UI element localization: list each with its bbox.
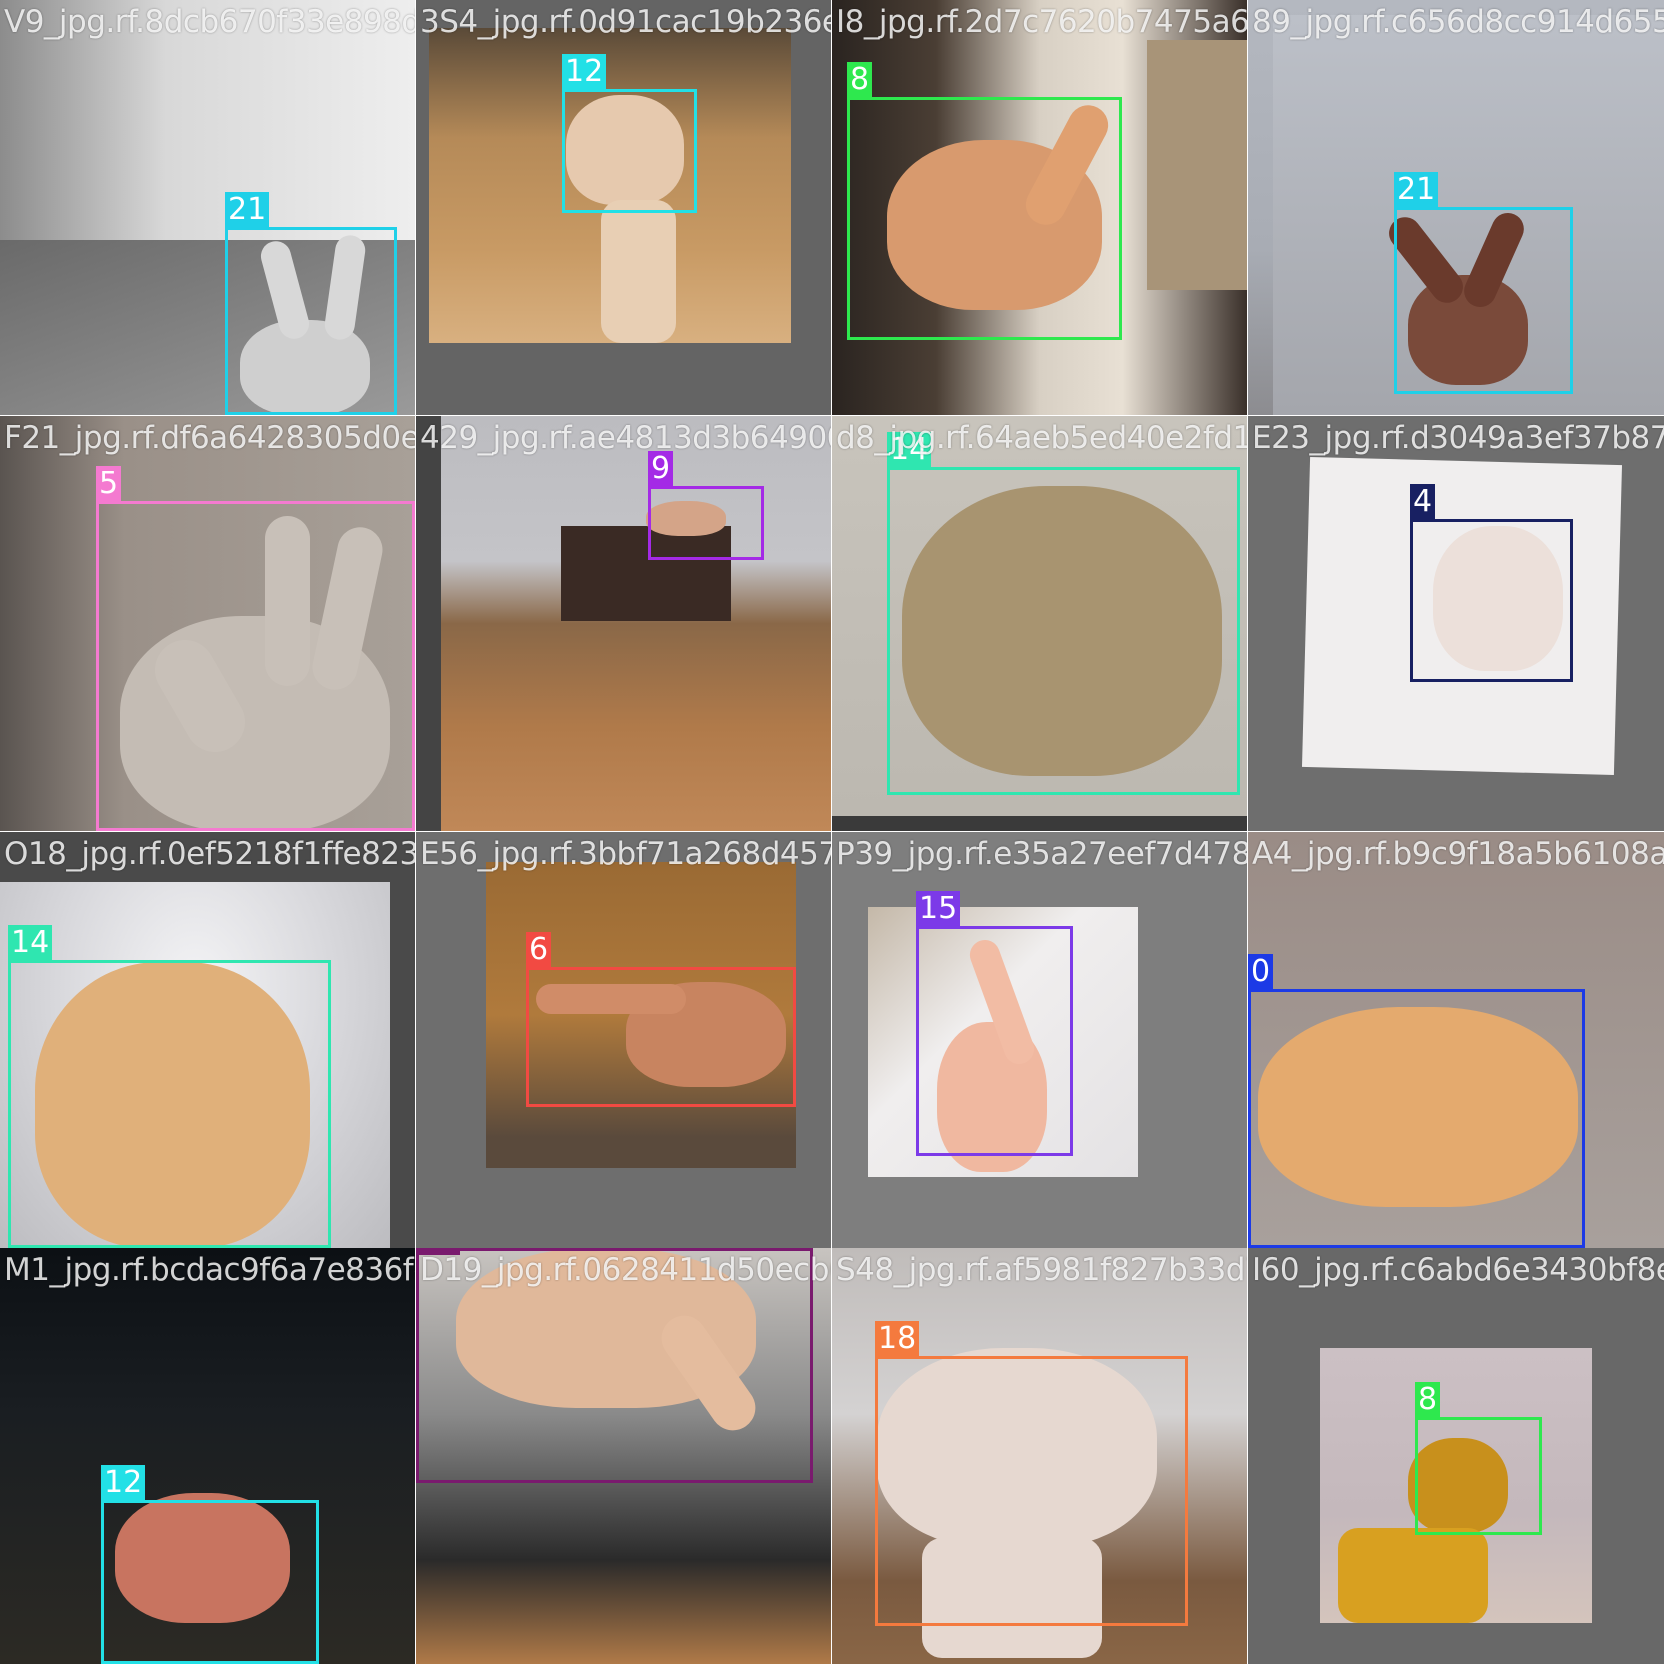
image-filename: d8_jpg.rf.64aeb5ed40e2fd1 xyxy=(836,420,1247,456)
tile-16: 8 I60_jpg.rf.c6abd6e3430bf8e xyxy=(1248,1248,1664,1664)
class-label: 4 xyxy=(1410,484,1436,520)
arm-photo xyxy=(601,200,676,343)
detection-box: 21 xyxy=(1394,172,1573,394)
tile-12: 0 A4_jpg.rf.b9c9f18a5b6108a0 xyxy=(1248,832,1664,1248)
class-label: 5 xyxy=(96,466,122,502)
tile-4: 21 89_jpg.rf.c656d8cc914d6553 xyxy=(1248,0,1664,415)
tile-10: 6 E56_jpg.rf.3bbf71a268d457 xyxy=(416,832,831,1248)
tile-3: 8 I8_jpg.rf.2d7c7620b7475a65 xyxy=(832,0,1247,415)
image-filename: D19_jpg.rf.0628411d50ecb618 xyxy=(420,1252,831,1288)
image-filename: M1_jpg.rf.bcdac9f6a7e836fd xyxy=(4,1252,415,1288)
image-filename: A4_jpg.rf.b9c9f18a5b6108a0 xyxy=(1252,836,1664,872)
detection-box: 12 xyxy=(101,1465,319,1664)
tile-13: 12 M1_jpg.rf.bcdac9f6a7e836fd xyxy=(0,1248,415,1664)
detection-box: 18 xyxy=(875,1321,1188,1626)
tile-5: 5 F21_jpg.rf.df6a6428305d0e1 xyxy=(0,416,415,831)
image-filename: E56_jpg.rf.3bbf71a268d457 xyxy=(420,836,831,872)
detection-box: 5 xyxy=(96,466,415,831)
image-filename: 3S4_jpg.rf.0d91cac19b236e1 xyxy=(420,4,831,40)
arm-photo xyxy=(1338,1528,1488,1623)
tile-6: 9 429_jpg.rf.ae4813d3b649009 xyxy=(416,416,831,831)
class-label: 21 xyxy=(225,192,270,228)
detection-box: 0 xyxy=(1248,954,1585,1248)
photo xyxy=(441,416,831,831)
tile-8: 4 E23_jpg.rf.d3049a3ef37b87db xyxy=(1248,416,1664,831)
detection-box: 15 xyxy=(916,891,1073,1156)
image-filename: 89_jpg.rf.c656d8cc914d6553 xyxy=(1252,4,1664,40)
detection-box: 6 xyxy=(526,932,796,1107)
image-filename: F21_jpg.rf.df6a6428305d0e1 xyxy=(4,420,415,456)
detection-box: 14 xyxy=(8,925,331,1248)
class-label: 18 xyxy=(875,1321,920,1357)
detection-box: 8 xyxy=(1415,1382,1542,1535)
image-filename: O18_jpg.rf.0ef5218f1ffe8238 xyxy=(4,836,415,872)
tile-14: 16 D19_jpg.rf.0628411d50ecb618 xyxy=(416,1248,831,1664)
image-filename: I60_jpg.rf.c6abd6e3430bf8e xyxy=(1252,1252,1664,1288)
tile-11: 15 P39_jpg.rf.e35a27eef7d478 xyxy=(832,832,1247,1248)
image-filename: P39_jpg.rf.e35a27eef7d478 xyxy=(836,836,1247,872)
detection-box: 21 xyxy=(225,192,397,415)
class-label: 0 xyxy=(1248,954,1274,990)
image-filename: V9_jpg.rf.8dcb670f33e898d xyxy=(4,4,415,40)
detection-box: 9 xyxy=(648,451,764,560)
class-label: 21 xyxy=(1394,172,1439,208)
class-label: 12 xyxy=(562,54,607,90)
class-label: 8 xyxy=(1415,1382,1441,1418)
class-label: 8 xyxy=(847,62,873,98)
detection-box: 4 xyxy=(1410,484,1573,682)
detection-box: 14 xyxy=(887,432,1240,795)
tile-15: 18 S48_jpg.rf.af5981f827b33d7 xyxy=(832,1248,1247,1664)
image-filename: S48_jpg.rf.af5981f827b33d7 xyxy=(836,1252,1247,1288)
image-filename: I8_jpg.rf.2d7c7620b7475a65 xyxy=(836,4,1247,40)
class-label: 15 xyxy=(916,891,961,927)
door-photo xyxy=(1147,40,1247,290)
detection-box: 8 xyxy=(847,62,1122,340)
tile-2: 12 3S4_jpg.rf.0d91cac19b236e1 xyxy=(416,0,831,415)
image-filename: 429_jpg.rf.ae4813d3b649009 xyxy=(420,420,831,456)
tile-7: 14 d8_jpg.rf.64aeb5ed40e2fd1 xyxy=(832,416,1247,831)
tile-9: 14 O18_jpg.rf.0ef5218f1ffe8238 xyxy=(0,832,415,1248)
class-label: 12 xyxy=(101,1465,146,1501)
image-filename: E23_jpg.rf.d3049a3ef37b87db xyxy=(1252,420,1664,456)
detection-mosaic: 21 V9_jpg.rf.8dcb670f33e898d 12 3S4_jpg.… xyxy=(0,0,1664,1664)
class-label: 14 xyxy=(8,925,53,961)
detection-box: 12 xyxy=(562,54,697,213)
class-label: 6 xyxy=(526,932,552,968)
tile-1: 21 V9_jpg.rf.8dcb670f33e898d xyxy=(0,0,415,415)
